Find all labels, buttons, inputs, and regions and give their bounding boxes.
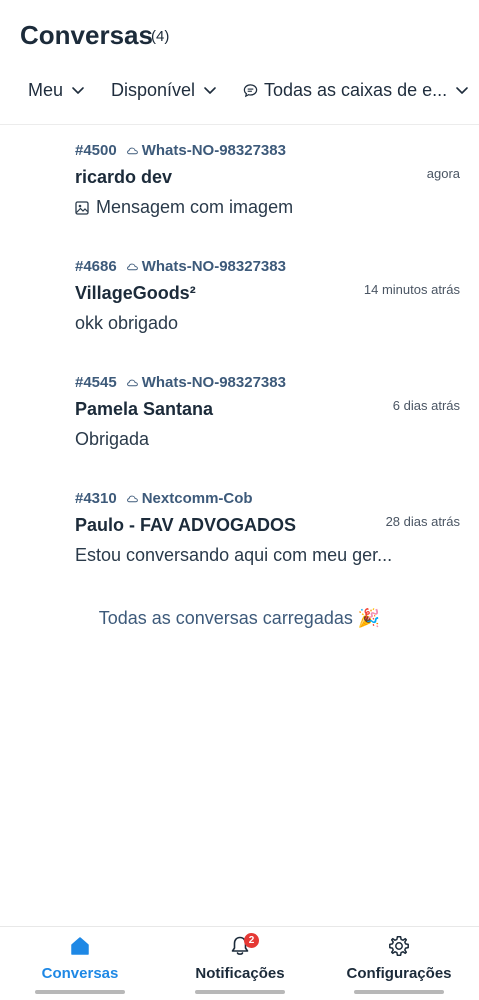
chevron-down-icon: [72, 87, 84, 94]
filter-bar: Meu Disponível Todas as caixas de e...: [0, 76, 479, 104]
contact-name: Pamela Santana: [75, 399, 214, 419]
conversation-inbox: Whats-NO-98327383: [141, 258, 286, 275]
conversation-item[interactable]: #4545 Whats-NO-98327383 Pamela Santana 6…: [0, 358, 479, 474]
tab-indicator: [195, 990, 285, 994]
tab-conversations[interactable]: Conversas: [0, 927, 160, 1000]
tab-settings[interactable]: Configurações: [319, 927, 479, 1000]
assignee-filter-label: Meu: [28, 79, 64, 100]
conversation-time: 28 dias atrás: [385, 514, 460, 529]
inbox-icon: [126, 379, 138, 386]
inbox-icon: [126, 263, 138, 270]
message-preview: Mensagem com imagem: [75, 197, 293, 218]
gear-icon: [389, 936, 409, 956]
contact-name: ricardo dev: [75, 167, 173, 187]
conversations-screen: Conversas (4) Meu Disponível Todas as ca…: [0, 0, 479, 1000]
message-preview-text: Estou conversando aqui com meu ger...: [75, 545, 393, 565]
chevron-down-icon: [204, 87, 216, 94]
conversation-meta: #4500 Whats-NO-98327383: [75, 142, 286, 159]
header: Conversas (4) Meu Disponível Todas as ca…: [0, 0, 479, 125]
chat-bubble-icon: [243, 83, 258, 97]
tab-indicator: [35, 990, 125, 994]
notification-badge: 2: [244, 933, 259, 948]
inbox-icon: [126, 147, 138, 154]
conversation-inbox: Whats-NO-98327383: [141, 142, 286, 159]
conversation-time: 14 minutos atrás: [363, 282, 460, 297]
conversation-meta: #4310 Nextcomm-Cob: [75, 490, 253, 507]
conversation-time: agora: [426, 166, 460, 181]
message-preview: Estou conversando aqui com meu ger...: [75, 545, 392, 566]
message-preview-text: Mensagem com imagem: [96, 197, 294, 217]
conversation-item[interactable]: #4310 Nextcomm-Cob Paulo - FAV ADVOGADOS…: [0, 474, 479, 590]
home-icon: [71, 937, 89, 955]
conversation-count: (4): [151, 28, 170, 45]
assignee-filter[interactable]: Meu: [28, 76, 85, 104]
conversation-inbox: Whats-NO-98327383: [141, 374, 286, 391]
conversation-meta: #4545 Whats-NO-98327383: [75, 374, 286, 391]
conversation-id: #4686: [75, 258, 117, 275]
inbox-filter[interactable]: Todas as caixas de e...: [243, 76, 469, 104]
image-icon: [75, 200, 89, 215]
all-loaded-message: Todas as conversas carregadas 🎉: [98, 608, 381, 628]
message-preview: okk obrigado: [75, 313, 178, 334]
conversation-inbox: Nextcomm-Cob: [141, 490, 253, 507]
message-preview: Obrigada: [75, 429, 149, 450]
tab-conversations-label: Conversas: [41, 965, 119, 982]
chevron-down-icon: [456, 87, 468, 94]
contact-name: VillageGoods²: [75, 283, 196, 303]
status-filter-label: Disponível: [111, 79, 196, 100]
conversation-id: #4500: [75, 142, 117, 159]
status-filter[interactable]: Disponível: [111, 76, 217, 104]
tab-settings-label: Configurações: [346, 965, 452, 982]
conversation-id: #4310: [75, 490, 117, 507]
page-title: Conversas: [20, 20, 153, 50]
conversation-time: 6 dias atrás: [392, 398, 460, 413]
tab-notifications-label: Notificações: [195, 965, 285, 982]
conversation-item[interactable]: #4500 Whats-NO-98327383 ricardo dev agor…: [0, 126, 479, 242]
message-preview-text: Obrigada: [75, 429, 150, 449]
tab-indicator: [354, 990, 444, 994]
inbox-filter-label: Todas as caixas de e...: [264, 79, 448, 100]
bottom-navigation: Conversas 2 Notificações Configurações: [0, 926, 479, 1000]
inbox-icon: [126, 495, 138, 502]
message-preview-text: okk obrigado: [75, 313, 179, 333]
conversation-id: #4545: [75, 374, 117, 391]
tab-notifications[interactable]: 2 Notificações: [160, 927, 320, 1000]
contact-name: Paulo - FAV ADVOGADOS: [75, 515, 297, 535]
conversation-meta: #4686 Whats-NO-98327383: [75, 258, 286, 275]
conversation-item[interactable]: #4686 Whats-NO-98327383 VillageGoods² 14…: [0, 242, 479, 358]
